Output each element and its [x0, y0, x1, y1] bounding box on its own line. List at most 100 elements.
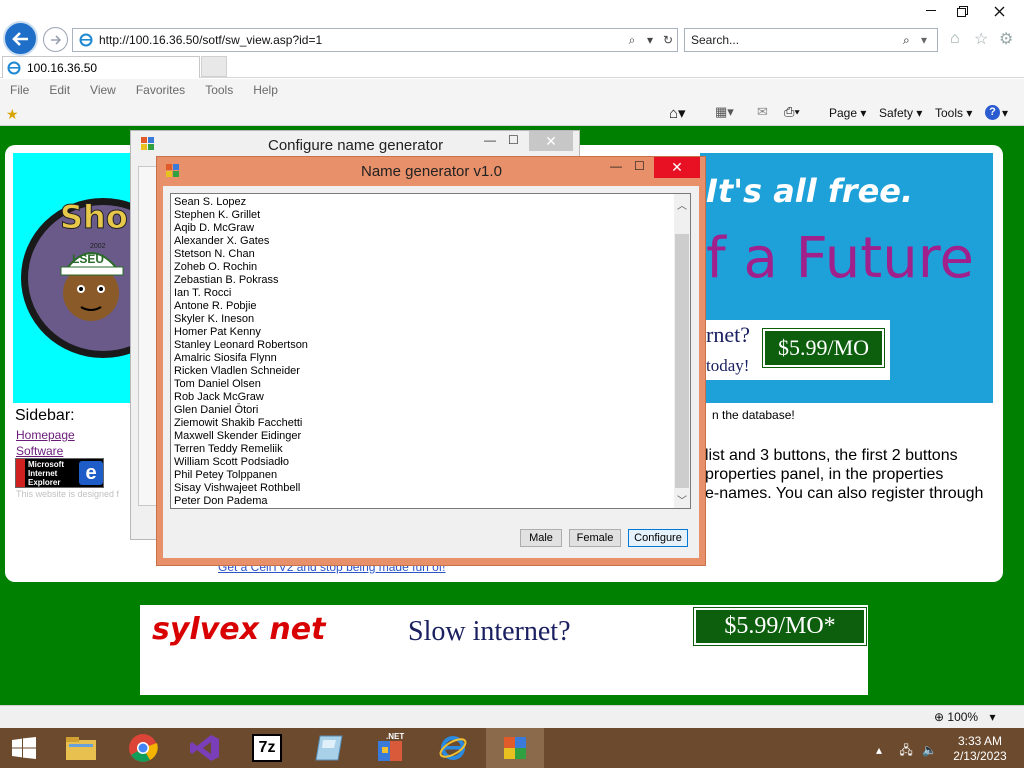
menu-view[interactable]: View — [90, 83, 116, 97]
help-icon[interactable]: ? — [985, 105, 1000, 120]
generator-maximize-icon[interactable]: ☐ — [634, 159, 645, 173]
description-line: list and 3 buttons, the first 2 buttons — [705, 447, 958, 464]
list-item[interactable]: Ziemowit Shakib Facchetti — [174, 417, 690, 430]
menu-favorites[interactable]: Favorites — [136, 83, 185, 97]
names-listbox[interactable]: Sean S. Lopez Stephen K. Grillet Aqib D. M… — [170, 193, 691, 509]
list-item[interactable]: Skyler K. Ineson — [174, 313, 690, 326]
network-icon[interactable]: 🖧 — [899, 743, 912, 757]
ie-tab-icon — [7, 61, 21, 74]
safety-menu[interactable]: Safety ▾ — [879, 106, 922, 120]
favorites-star-icon[interactable]: ☆ — [974, 29, 988, 49]
mascot-illustration — [21, 198, 133, 358]
list-item[interactable]: Zebastian B. Pokrass — [174, 274, 690, 287]
ad-brand: sylvex net — [152, 612, 326, 647]
address-url[interactable]: http://100.16.36.50/sotf/sw_view.asp?id=… — [99, 33, 623, 47]
zoom-control[interactable]: ⊕ 100% ▾ — [934, 710, 995, 724]
sidebar-link-software[interactable]: Software — [16, 444, 63, 458]
taskbar-name-generator[interactable] — [486, 728, 544, 768]
tray-expand-icon[interactable]: ▴ — [876, 743, 882, 757]
home-cmd-icon[interactable]: ⌂▾ — [669, 104, 686, 122]
menu-bar: File Edit View Favorites Tools Help — [0, 79, 1024, 101]
menu-help[interactable]: Help — [253, 83, 278, 97]
start-button[interactable] — [0, 728, 48, 768]
generator-minimize-icon[interactable]: — — [610, 159, 622, 173]
menu-file[interactable]: File — [10, 83, 29, 97]
list-item[interactable]: Glen Daniel Ōtori — [174, 404, 690, 417]
configure-maximize-icon[interactable]: ☐ — [508, 133, 519, 147]
forward-button[interactable] — [43, 27, 68, 52]
taskbar-clock[interactable]: 3:33 AM 2/13/2023 — [944, 734, 1016, 764]
list-item[interactable]: Homer Pat Kenny — [174, 326, 690, 339]
list-item[interactable]: Alexander X. Gates — [174, 235, 690, 248]
male-button[interactable]: Male — [520, 529, 562, 547]
name-generator-app-icon — [504, 737, 526, 759]
taskbar-visual-studio[interactable] — [176, 728, 234, 768]
list-item[interactable]: Zoheb O. Rochin — [174, 261, 690, 274]
feeds-icon[interactable]: ▦▾ — [715, 104, 734, 120]
list-item[interactable]: Peter Don Padema — [174, 495, 690, 508]
taskbar-ie[interactable] — [424, 728, 482, 768]
list-item[interactable]: Sean S. Lopez — [174, 196, 690, 209]
free-slogan: It's all free. — [706, 172, 914, 210]
list-item[interactable]: Stanley Leonard Robertson — [174, 339, 690, 352]
taskbar-app[interactable] — [300, 728, 358, 768]
list-item[interactable]: Amalric Siosifa Flynn — [174, 352, 690, 365]
tools-menu[interactable]: Tools ▾ — [935, 106, 972, 120]
close-button[interactable] — [976, 0, 1022, 22]
configure-button[interactable]: Configure — [628, 529, 688, 547]
taskbar-explorer[interactable] — [52, 728, 110, 768]
refresh-icon[interactable]: ↻ — [659, 33, 677, 47]
list-item[interactable]: Terren Teddy Remeliik — [174, 443, 690, 456]
help-dropdown-icon[interactable]: ▾ — [1002, 106, 1008, 120]
list-item[interactable]: William Scott Podsiadło — [174, 456, 690, 469]
configure-minimize-icon[interactable]: — — [484, 133, 496, 147]
list-item[interactable]: Stephen K. Grillet — [174, 209, 690, 222]
menu-tools[interactable]: Tools — [205, 83, 233, 97]
scroll-down-icon[interactable]: ﹀ — [677, 492, 687, 507]
app-glass-icon — [315, 735, 343, 761]
list-item[interactable]: Ian T. Rocci — [174, 287, 690, 300]
list-item[interactable]: Phil Petey Tolppanen — [174, 469, 690, 482]
female-button[interactable]: Female — [569, 529, 621, 547]
badge-line: Microsoft — [28, 460, 64, 469]
taskbar-chrome[interactable] — [114, 728, 172, 768]
taskbar-dotnet[interactable]: .NET — [362, 728, 420, 768]
volume-icon[interactable]: 🔈 — [922, 743, 937, 757]
list-item[interactable]: Antone R. Pobjie — [174, 300, 690, 313]
add-favorites-star-icon[interactable]: ★ — [6, 106, 19, 123]
badge-line: Internet — [28, 469, 58, 478]
sidebar-link-homepage[interactable]: Homepage — [16, 428, 75, 442]
address-bar[interactable]: http://100.16.36.50/sotf/sw_view.asp?id=… — [72, 28, 678, 52]
menu-edit[interactable]: Edit — [49, 83, 70, 97]
configure-close-button[interactable]: ✕ — [529, 131, 573, 151]
home-icon[interactable]: ⌂ — [950, 30, 960, 48]
print-icon[interactable]: ⎙▾ — [784, 104, 800, 120]
generator-close-button[interactable]: ✕ — [654, 157, 700, 178]
search-dropdown-icon[interactable]: ▾ — [921, 33, 937, 47]
scroll-thumb[interactable] — [675, 234, 689, 488]
list-item[interactable]: Ricken Vladlen Schneider — [174, 365, 690, 378]
list-item[interactable]: Stetson N. Chan — [174, 248, 690, 261]
mail-icon[interactable]: ✉ — [757, 104, 768, 120]
list-item[interactable]: Sisay Vishwajeet Rothbell — [174, 482, 690, 495]
dropdown-icon[interactable]: ▾ — [641, 33, 659, 47]
search-input[interactable]: Search... — [691, 33, 903, 47]
settings-gear-icon[interactable]: ⚙ — [999, 29, 1013, 49]
list-item[interactable]: Aqib D. McGraw — [174, 222, 690, 235]
scroll-up-icon[interactable]: ︿ — [677, 197, 687, 212]
list-item[interactable]: Tom Daniel Olsen — [174, 378, 690, 391]
taskbar-7zip[interactable]: 7z — [238, 728, 296, 768]
tab-active[interactable]: 100.16.36.50 — [2, 56, 200, 78]
description-text: list and 3 buttons, the first 2 buttons … — [705, 446, 983, 503]
page-menu[interactable]: Page ▾ — [829, 106, 866, 120]
app-icon — [166, 164, 180, 178]
new-tab-button[interactable] — [201, 56, 227, 77]
ie-badge[interactable]: Microsoft Internet Explorer e — [15, 458, 104, 488]
search-bar[interactable]: Search... ⌕ ▾ — [684, 28, 938, 52]
search-icon[interactable]: ⌕ — [903, 33, 921, 48]
list-item[interactable]: Maxwell Skender Eidinger — [174, 430, 690, 443]
zoom-dropdown-icon[interactable]: ▾ — [989, 710, 995, 724]
list-item[interactable]: Rob Jack McGraw — [174, 391, 690, 404]
search-icon[interactable]: ⌕ — [623, 33, 641, 48]
back-button[interactable] — [3, 21, 38, 56]
